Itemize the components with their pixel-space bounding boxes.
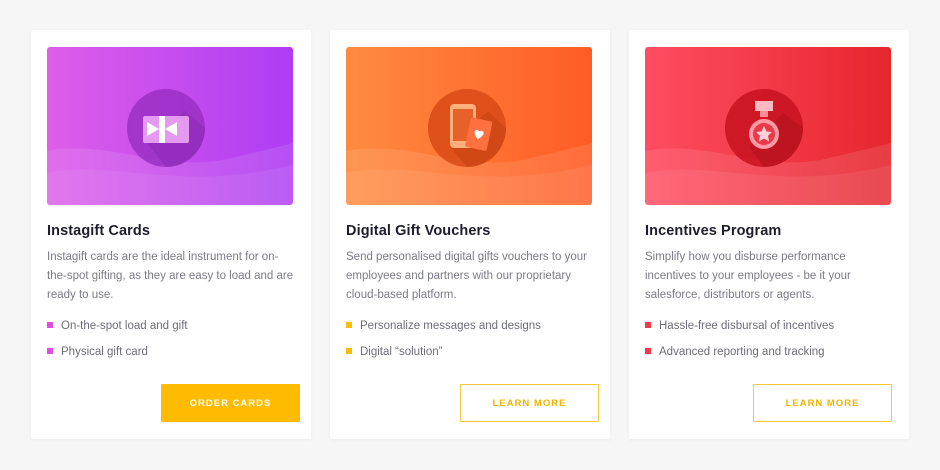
feature-list: Hassle-free disbursal of incentives Adva…	[645, 317, 834, 369]
list-item: Physical gift card	[47, 343, 188, 369]
bullet-square-icon	[47, 348, 53, 354]
phone-voucher-icon	[428, 89, 506, 167]
list-item: Personalize messages and designs	[346, 317, 541, 343]
card-title: Instagift Cards	[47, 223, 151, 239]
bullet-square-icon	[346, 348, 352, 354]
card-description: Send personalised digital gifts vouchers…	[346, 251, 588, 301]
bullet-square-icon	[645, 322, 651, 328]
product-card-digital-vouchers: Digital Gift Vouchers Send personalised …	[330, 30, 610, 439]
card-title: Incentives Program	[645, 223, 782, 239]
bullet-square-icon	[47, 322, 53, 328]
learn-more-button[interactable]: LEARN MORE	[753, 384, 892, 422]
learn-more-button[interactable]: LEARN MORE	[460, 384, 599, 422]
product-card-incentives: Incentives Program Simplify how you disb…	[629, 30, 909, 439]
card-title: Digital Gift Vouchers	[346, 223, 491, 239]
list-item: Digital “solution”	[346, 343, 541, 369]
card-description: Instagift cards are the ideal instrument…	[47, 251, 294, 301]
list-item: On-the-spot load and gift	[47, 317, 188, 343]
medal-icon	[725, 89, 803, 167]
order-cards-button[interactable]: ORDER CARDS	[161, 384, 300, 422]
card-description: Simplify how you disburse performance in…	[645, 251, 851, 301]
bullet-square-icon	[645, 348, 651, 354]
list-item: Advanced reporting and tracking	[645, 343, 834, 369]
feature-list: On-the-spot load and gift Physical gift …	[47, 317, 188, 369]
feature-list: Personalize messages and designs Digital…	[346, 317, 541, 369]
gift-card-icon	[127, 89, 205, 167]
list-item: Hassle-free disbursal of incentives	[645, 317, 834, 343]
bullet-square-icon	[346, 322, 352, 328]
product-card-instagift: Instagift Cards Instagift cards are the …	[31, 30, 311, 439]
